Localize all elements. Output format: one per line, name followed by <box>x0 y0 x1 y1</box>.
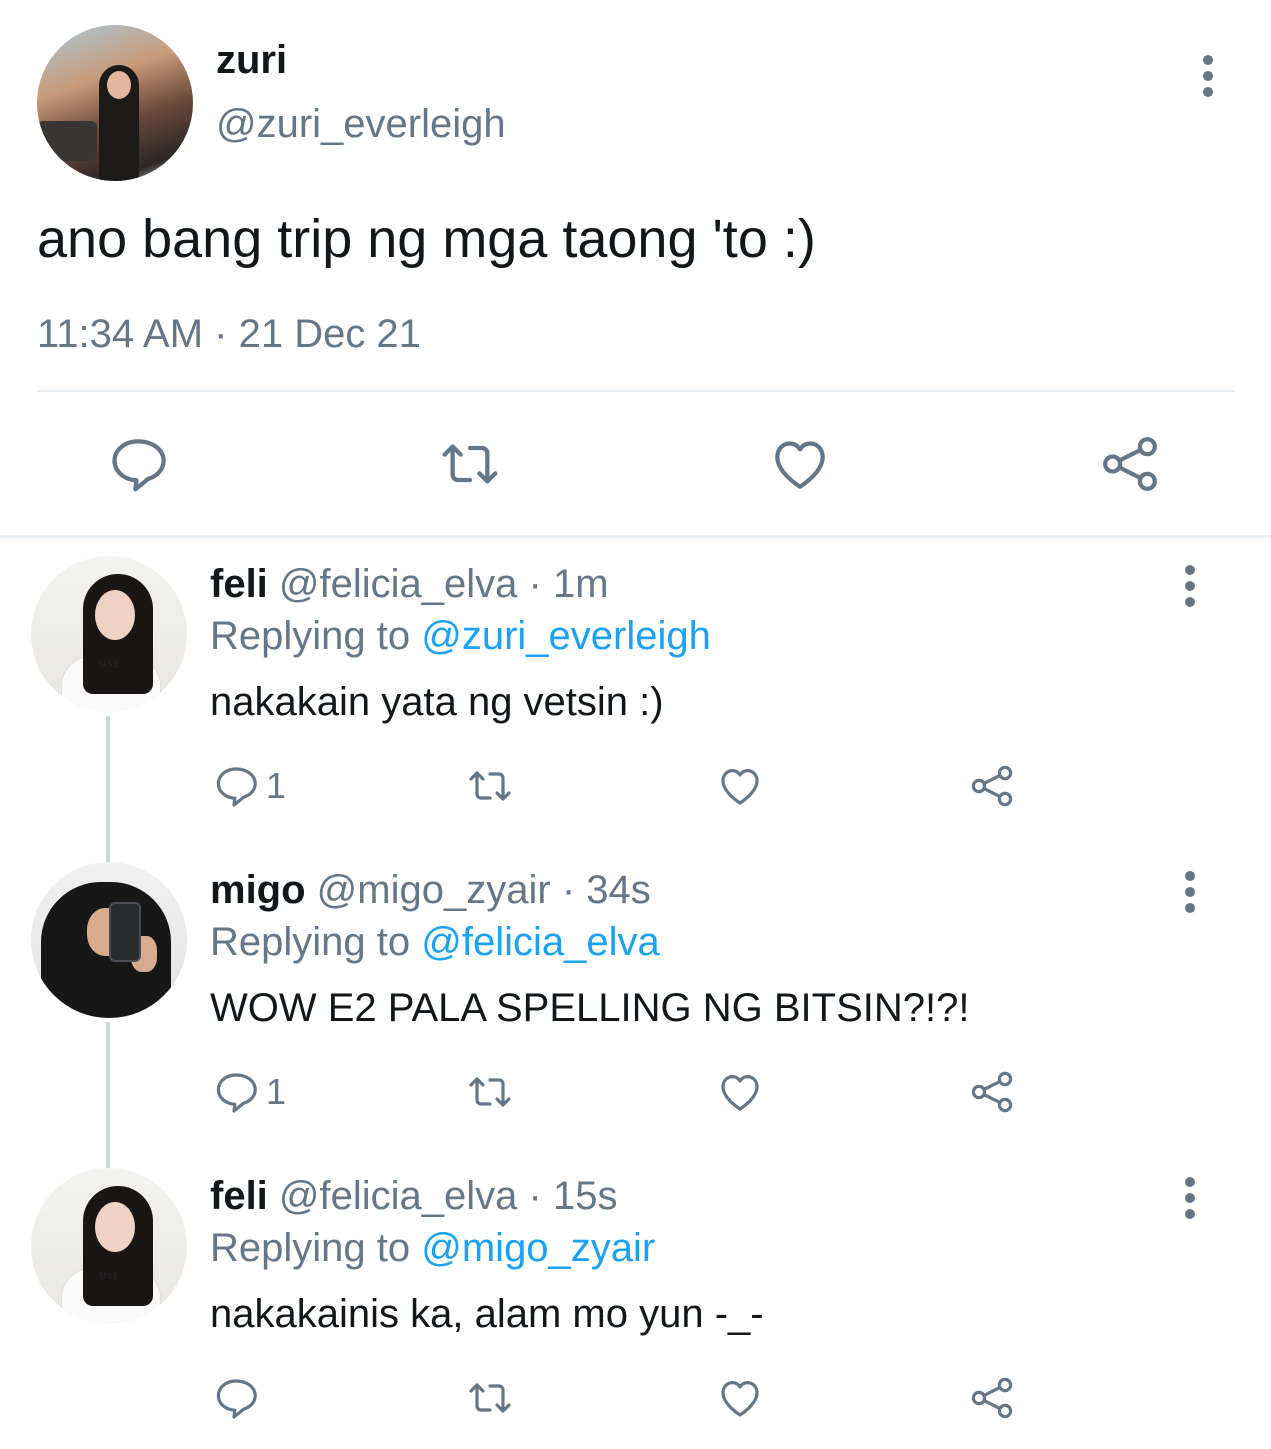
author-name[interactable]: migo <box>210 868 306 912</box>
reply-count: 1 <box>266 765 287 806</box>
mention-link[interactable]: @zuri_everleigh <box>421 614 711 658</box>
like-button[interactable] <box>716 1068 764 1116</box>
retweet-icon[interactable] <box>438 432 502 496</box>
replying-label: Replying to <box>210 614 411 658</box>
author-handle[interactable]: @felicia_elva <box>279 562 518 606</box>
avatar[interactable] <box>31 862 187 1018</box>
replying-to: Replying to @zuri_everleigh <box>210 612 711 660</box>
reply-time: · 34s <box>561 868 651 912</box>
retweet-button[interactable] <box>466 1374 514 1422</box>
reply-time: · 15s <box>528 1174 618 1218</box>
like-button[interactable] <box>716 1374 764 1422</box>
more-icon[interactable] <box>1174 868 1206 916</box>
author-name[interactable]: feli <box>210 1174 268 1218</box>
share-button[interactable] <box>968 1374 1016 1422</box>
reply-tweet[interactable]: USE feli @felicia_elva · 15s Replying to… <box>0 1168 1271 1449</box>
reply-text: WOW E2 PALA SPELLING NG BITSIN?!?! <box>210 986 970 1030</box>
reply-button[interactable] <box>212 1374 266 1422</box>
replying-label: Replying to <box>210 1226 411 1270</box>
share-button[interactable] <box>968 762 1016 810</box>
retweet-icon[interactable] <box>466 762 514 810</box>
avatar[interactable]: USE <box>31 1168 187 1324</box>
reply-button[interactable]: 1 <box>212 1068 286 1116</box>
reply-tweet[interactable]: migo @migo_zyair · 34s Replying to @feli… <box>0 862 1271 1168</box>
author-name[interactable]: feli <box>210 562 268 606</box>
share-icon[interactable] <box>968 762 1016 810</box>
reply-icon[interactable] <box>212 1374 260 1422</box>
reply-text: nakakainis ka, alam mo yun -_- <box>210 1292 764 1336</box>
thread-line <box>106 716 110 862</box>
reply-tweet[interactable]: USE feli @felicia_elva · 1m Replying to … <box>0 556 1271 862</box>
retweet-icon[interactable] <box>466 1068 514 1116</box>
replying-to: Replying to @migo_zyair <box>210 1224 655 1272</box>
tweet-timestamp[interactable]: 11:34 AM · 21 Dec 21 <box>37 312 421 357</box>
author-handle[interactable]: @migo_zyair <box>317 868 551 912</box>
more-icon[interactable] <box>1174 1174 1206 1222</box>
share-icon[interactable] <box>1098 432 1162 496</box>
more-icon[interactable] <box>1174 562 1206 610</box>
divider <box>0 535 1271 538</box>
author-name[interactable]: zuri <box>216 38 287 83</box>
like-icon[interactable] <box>716 762 764 810</box>
reply-time: · 1m <box>528 562 609 606</box>
tweet-text: ano bang trip ng mga taong 'to :) <box>37 209 816 269</box>
replying-to: Replying to @felicia_elva <box>210 918 660 966</box>
avatar[interactable] <box>37 25 193 181</box>
mention-link[interactable]: @felicia_elva <box>421 920 660 964</box>
reply-count: 1 <box>266 1071 287 1112</box>
retweet-icon[interactable] <box>466 1374 514 1422</box>
more-icon[interactable] <box>1192 52 1224 100</box>
like-icon[interactable] <box>768 432 832 496</box>
share-button[interactable] <box>968 1068 1016 1116</box>
main-tweet: zuri @zuri_everleigh ano bang trip ng mg… <box>0 0 1271 536</box>
replying-label: Replying to <box>210 920 411 964</box>
reply-button[interactable]: 1 <box>212 762 286 810</box>
author-handle[interactable]: @zuri_everleigh <box>216 102 506 147</box>
share-icon[interactable] <box>968 1068 1016 1116</box>
retweet-button[interactable] <box>466 762 514 810</box>
avatar[interactable]: USE <box>31 556 187 712</box>
author-handle[interactable]: @felicia_elva <box>279 1174 518 1218</box>
like-icon[interactable] <box>716 1068 764 1116</box>
reply-text: nakakain yata ng vetsin :) <box>210 680 664 724</box>
reply-icon[interactable] <box>106 432 170 496</box>
like-button[interactable] <box>716 762 764 810</box>
like-icon[interactable] <box>716 1374 764 1422</box>
thread-line <box>106 1022 110 1168</box>
mention-link[interactable]: @migo_zyair <box>421 1226 655 1270</box>
reply-icon[interactable] <box>212 762 260 810</box>
share-icon[interactable] <box>968 1374 1016 1422</box>
retweet-button[interactable] <box>466 1068 514 1116</box>
reply-icon[interactable] <box>212 1068 260 1116</box>
divider <box>37 390 1235 392</box>
